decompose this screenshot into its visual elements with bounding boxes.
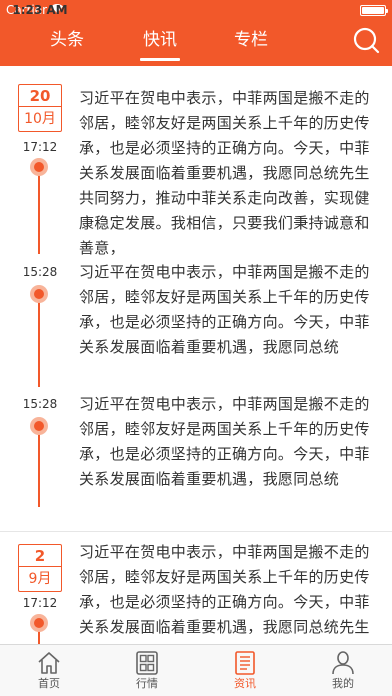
news-time: 17:12 — [22, 596, 58, 610]
date-badge: 20 10月 — [18, 84, 62, 132]
status-bar: Carrier 1:23 AM — [0, 0, 392, 20]
date-month: 10月 — [24, 111, 56, 127]
status-time: 1:23 AM — [12, 3, 68, 17]
news-text: 习近平在贺电中表示，中菲两国是搬不走的邻居，睦邻友好是两国关系上千年的历史传承，… — [79, 543, 370, 644]
home-icon — [38, 652, 60, 674]
timeline-item[interactable]: 2 9月 17:12 习近平在贺电中表示，中菲两国是搬不走的邻居，睦邻友好是两国… — [0, 532, 392, 644]
person-icon — [332, 651, 354, 675]
timeline-item[interactable]: 20 10月 17:12 习近平在贺电中表示，中菲两国是搬不走的邻居，睦邻友好是… — [0, 66, 392, 260]
news-text: 习近平在贺电中表示，中菲两国是搬不走的邻居，睦邻友好是两国关系上千年的历史传承，… — [79, 395, 370, 488]
battery-icon — [360, 5, 388, 16]
date-badge: 2 9月 — [18, 544, 62, 592]
timeline-line — [38, 170, 40, 254]
app-header: Carrier 1:23 AM 头条 快讯 专栏 — [0, 0, 392, 66]
timeline-line — [38, 290, 40, 387]
tab-columns[interactable]: 专栏 — [234, 29, 268, 51]
tab-news[interactable]: 资讯 — [196, 645, 294, 696]
timeline-dot — [30, 614, 48, 632]
tab-profile[interactable]: 我的 — [294, 645, 392, 696]
news-text: 习近平在贺电中表示，中菲两国是搬不走的邻居，睦邻友好是两国关系上千年的历史传承，… — [79, 263, 370, 356]
tab-home-label: 首页 — [38, 677, 60, 690]
date-day: 20 — [19, 85, 61, 107]
tab-flash-news[interactable]: 快讯 — [143, 29, 177, 51]
news-icon — [235, 651, 255, 675]
news-timeline[interactable]: 20 10月 17:12 习近平在贺电中表示，中菲两国是搬不走的邻居，睦邻友好是… — [0, 66, 392, 644]
grid-icon — [136, 651, 158, 675]
timeline-line — [38, 423, 40, 507]
news-time: 15:28 — [22, 265, 58, 279]
timeline-dot — [30, 285, 48, 303]
timeline-dot — [30, 158, 48, 176]
active-tab-indicator — [140, 58, 180, 61]
tab-headlines[interactable]: 头条 — [50, 29, 84, 51]
search-icon[interactable] — [352, 26, 380, 54]
tab-market[interactable]: 行情 — [98, 645, 196, 696]
timeline-item[interactable]: 15:28 习近平在贺电中表示，中菲两国是搬不走的邻居，睦邻友好是两国关系上千年… — [0, 387, 392, 522]
date-day: 2 — [19, 545, 61, 567]
tab-market-label: 行情 — [136, 677, 158, 690]
tab-news-label: 资讯 — [234, 677, 256, 690]
tab-profile-label: 我的 — [332, 677, 354, 690]
timeline-item[interactable]: 15:28 习近平在贺电中表示，中菲两国是搬不走的邻居，睦邻友好是两国关系上千年… — [0, 260, 392, 387]
news-time: 17:12 — [22, 140, 58, 154]
top-nav: 头条 快讯 专栏 — [0, 20, 392, 66]
news-time: 15:28 — [22, 397, 58, 411]
timeline-dot — [30, 417, 48, 435]
bottom-tab-bar: 首页 行情 资讯 我的 — [0, 644, 392, 696]
date-month: 9月 — [28, 571, 52, 587]
tab-home[interactable]: 首页 — [0, 645, 98, 696]
news-text: 习近平在贺电中表示，中菲两国是搬不走的邻居，睦邻友好是两国关系上千年的历史传承，… — [79, 89, 370, 257]
